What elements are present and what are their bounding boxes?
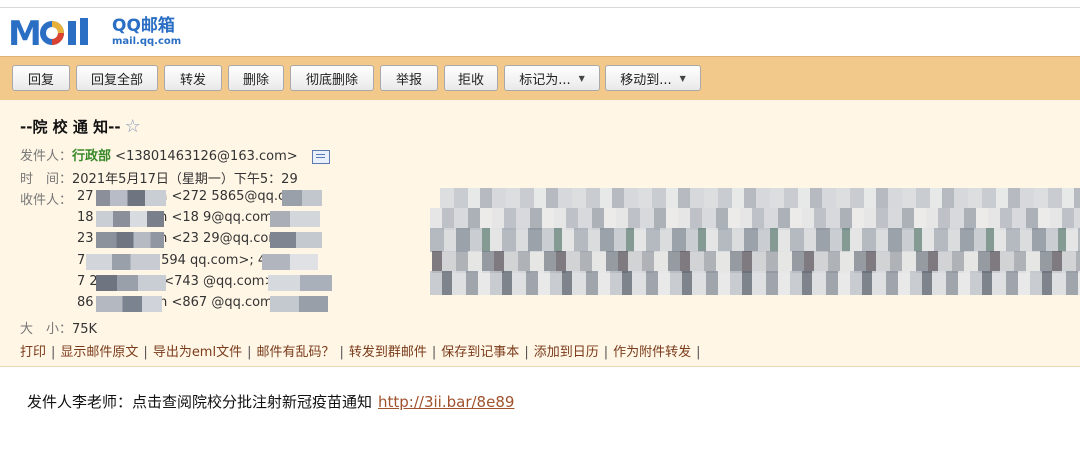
redaction-mosaic [96, 232, 164, 248]
redaction-mosaic [96, 190, 166, 206]
chevron-down-icon: ▼ [578, 73, 585, 83]
link-divider: | [696, 345, 701, 360]
mail-wordmark-icon: M [8, 15, 88, 49]
move-to-label: 移动到... [620, 72, 672, 88]
redaction-mosaic [430, 271, 1080, 295]
redaction-mosaic [430, 208, 1080, 230]
reply-all-button[interactable]: 回复全部 [76, 65, 158, 91]
redaction-mosaic [96, 296, 162, 312]
mail-toolbar: 回复 回复全部 转发 删除 彻底删除 举报 拒收 标记为... ▼ 移动到...… [0, 56, 1080, 101]
redaction-mosaic [430, 228, 1080, 252]
size-value: 75K [72, 322, 98, 337]
qq-mail-logo[interactable]: M QQ邮箱 mail.qq.com [8, 14, 181, 50]
report-button[interactable]: 举报 [380, 65, 438, 91]
redaction-mosaic [270, 296, 328, 312]
link-divider: | [143, 345, 148, 360]
link-divider: | [524, 345, 529, 360]
permanent-delete-button[interactable]: 彻底删除 [290, 65, 374, 91]
redaction-mosaic [282, 190, 322, 206]
mark-as-label: 标记为... [519, 72, 571, 88]
phishing-link[interactable]: http://3ii.bar/8e89 [378, 393, 514, 411]
contact-card-icon[interactable] [311, 149, 330, 164]
forward-to-group-link[interactable]: 转发到群邮件 [349, 345, 427, 360]
body-message: 发件人李老师：点击查阅院校分批注射新冠疫苗通知 [27, 393, 373, 411]
mail-subject: --院 校 通 知-- ☆ [20, 116, 141, 137]
star-icon[interactable]: ☆ [125, 116, 141, 137]
mail-actions-links: 打印 | 显示邮件原文 | 导出为eml文件 | 邮件有乱码？ | 转发到群邮件 | 保存到记事本 |… [20, 341, 706, 360]
reply-button[interactable]: 回复 [12, 65, 70, 91]
logo-chinese-name: QQ邮箱 [112, 15, 175, 36]
sender-name[interactable]: 行政部 [72, 149, 111, 164]
add-to-calendar-link[interactable]: 添加到日历 [534, 345, 599, 360]
time-label: 时 间： [20, 172, 73, 187]
sender-address: <13801463126@163.com> [115, 149, 298, 164]
from-label: 发件人： [20, 149, 73, 164]
time-value: 2021年5月17日（星期一）下午5：29 [72, 172, 298, 187]
size-row: 大 小：75K [20, 318, 97, 337]
export-eml-link[interactable]: 导出为eml文件 [153, 345, 242, 360]
redaction-mosaic [262, 254, 318, 270]
redaction-mosaic [432, 251, 1080, 273]
redaction-mosaic [96, 211, 164, 227]
redaction-mosaic [268, 275, 332, 291]
link-divider: | [339, 345, 344, 360]
forward-as-attachment-link[interactable]: 作为附件转发 [613, 345, 691, 360]
logo-url: mail.qq.com [112, 35, 182, 47]
mark-as-dropdown[interactable]: 标记为... ▼ [504, 65, 600, 91]
to-label-row: 收件人： [20, 189, 72, 208]
time-row: 时 间：2021年5月17日（星期一）下午5：29 [20, 168, 298, 187]
link-divider: | [603, 345, 609, 360]
redaction-mosaic [86, 254, 160, 270]
garbled-text-link[interactable]: 邮件有乱码？ [256, 345, 334, 360]
top-divider [0, 7, 1080, 8]
link-divider: | [247, 345, 252, 360]
link-divider: | [51, 345, 56, 360]
save-to-notes-link[interactable]: 保存到记事本 [441, 345, 519, 360]
print-link[interactable]: 打印 [20, 345, 46, 360]
delete-button[interactable]: 删除 [228, 65, 284, 91]
reject-button[interactable]: 拒收 [444, 65, 498, 91]
chevron-down-icon: ▼ [679, 73, 686, 83]
mail-body: 发件人李老师：点击查阅院校分批注射新冠疫苗通知 http://3ii.bar/8e… [27, 391, 514, 412]
svg-text:M: M [8, 15, 42, 49]
subject-text: --院 校 通 知-- [20, 118, 121, 136]
to-label: 收件人： [20, 193, 73, 208]
redaction-mosaic [96, 275, 166, 291]
link-divider: | [431, 345, 437, 360]
redaction-mosaic [440, 188, 1080, 208]
from-row: 发件人：行政部 <13801463126@163.com> [20, 145, 330, 164]
redaction-mosaic [270, 211, 320, 227]
forward-button[interactable]: 转发 [164, 65, 222, 91]
size-label: 大 小： [20, 322, 73, 337]
move-to-dropdown[interactable]: 移动到... ▼ [605, 65, 701, 91]
redaction-mosaic [270, 232, 322, 248]
show-original-link[interactable]: 显示邮件原文 [60, 345, 138, 360]
